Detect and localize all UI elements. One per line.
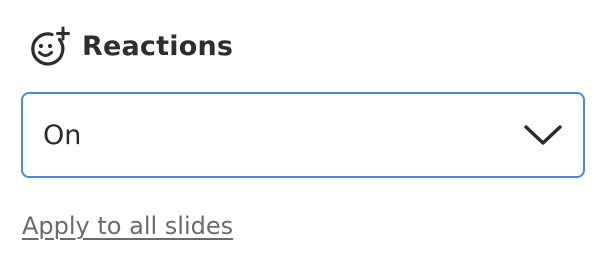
select-value: On [43,119,82,151]
chevron-down-icon [524,125,562,145]
section-title: Reactions [82,31,234,62]
add-reaction-icon [31,26,70,66]
reactions-header: Reactions [28,24,233,70]
apply-to-all-slides-link[interactable]: Apply to all slides [22,212,233,240]
reactions-select[interactable]: On [21,92,585,178]
